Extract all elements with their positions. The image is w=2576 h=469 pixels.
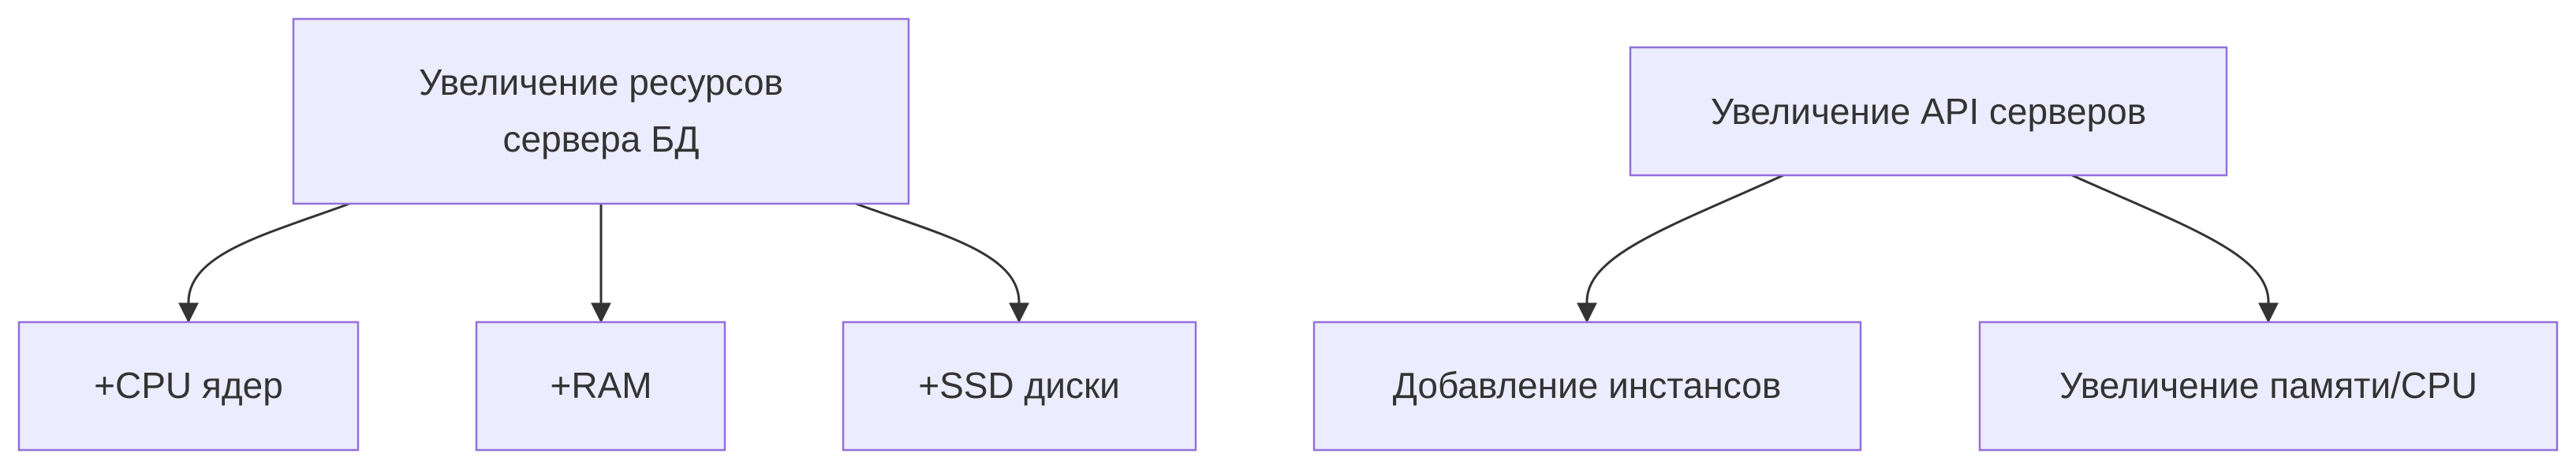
node-ssd: +SSD диски — [842, 321, 1197, 452]
node-mem-cpu-label: Увеличение памяти/CPU — [2059, 365, 2477, 406]
node-db-scale: Увеличение ресурсов сервера БД — [292, 17, 910, 205]
node-add-instances-label: Добавление инстансов — [1393, 365, 1782, 406]
node-api-scale: Увеличение API серверов — [1629, 46, 2228, 177]
node-api-scale-label: Увеличение API серверов — [1711, 91, 2146, 132]
node-mem-cpu: Увеличение памяти/CPU — [1978, 321, 2559, 452]
node-ssd-label: +SSD диски — [918, 365, 1120, 406]
node-add-instances: Добавление инстансов — [1312, 321, 1862, 452]
flowchart-diagram: Увеличение ресурсов сервера БД Увеличени… — [17, 17, 2559, 452]
node-db-scale-line-2: сервера БД — [503, 118, 700, 159]
edge-db-to-cpu — [178, 202, 350, 324]
edge-db-to-ssd — [855, 202, 1029, 324]
node-cpu-label: +CPU ядер — [94, 365, 283, 406]
edge-api-to-memcpu — [2071, 174, 2279, 324]
node-ram: +RAM — [475, 321, 726, 452]
node-db-scale-line-1: Увеличение ресурсов — [419, 62, 783, 103]
node-ram-label: +RAM — [550, 365, 651, 406]
edge-api-to-instances — [1577, 174, 1784, 324]
node-cpu: +CPU ядер — [17, 321, 360, 452]
